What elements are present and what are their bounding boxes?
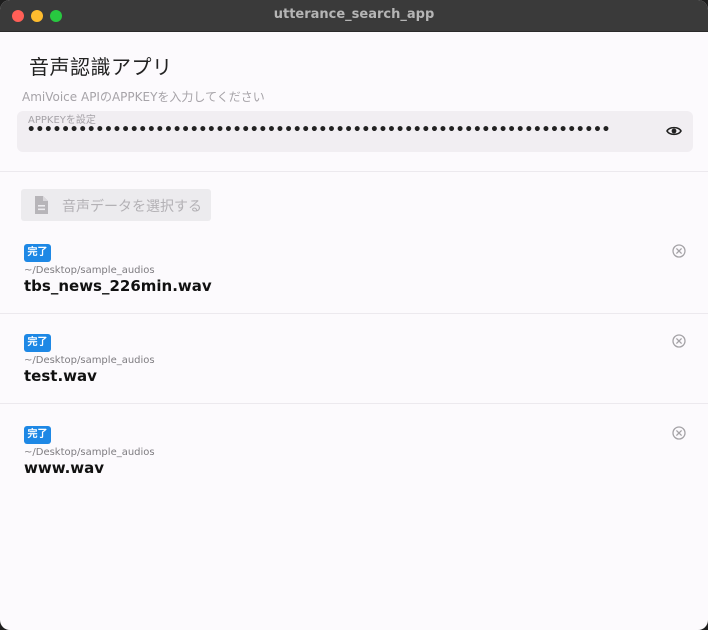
apikey-hint: AmiVoice APIのAPPKEYを入力してください [22,90,265,104]
file-path: ~/Desktop/sample_audios [24,447,155,458]
remove-icon[interactable] [672,426,686,440]
file-name: tbs_news_226min.wav [24,277,212,295]
apikey-input[interactable]: APPKEYを設定 ••••••••••••••••••••••••••••••… [17,111,693,152]
file-name: www.wav [24,459,105,477]
select-audio-button[interactable]: 音声データを選択する [21,189,211,221]
remove-icon[interactable] [672,244,686,258]
list-item: 完了 ~/Desktop/sample_audios tbs_news_226m… [0,244,708,334]
eye-icon[interactable] [666,125,682,137]
file-name: test.wav [24,367,97,385]
divider [0,171,708,172]
divider [0,403,708,404]
status-badge: 完了 [24,334,51,352]
remove-icon[interactable] [672,334,686,348]
page-title: 音声認識アプリ [29,55,173,79]
select-audio-label: 音声データを選択する [62,199,202,215]
title-bar: utterance_search_app [0,0,708,32]
window-title: utterance_search_app [273,7,435,22]
status-badge: 完了 [24,244,51,262]
file-path: ~/Desktop/sample_audios [24,265,155,276]
document-icon [35,196,48,214]
apikey-value[interactable]: ••••••••••••••••••••••••••••••••••••••••… [27,122,667,138]
file-path: ~/Desktop/sample_audios [24,355,155,366]
divider [0,313,708,314]
status-badge: 完了 [24,426,51,444]
list-item: 完了 ~/Desktop/sample_audios test.wav [0,334,708,424]
app-window: utterance_search_app 音声認識アプリ AmiVoice AP… [0,0,708,630]
list-item: 完了 ~/Desktop/sample_audios www.wav [0,426,708,516]
